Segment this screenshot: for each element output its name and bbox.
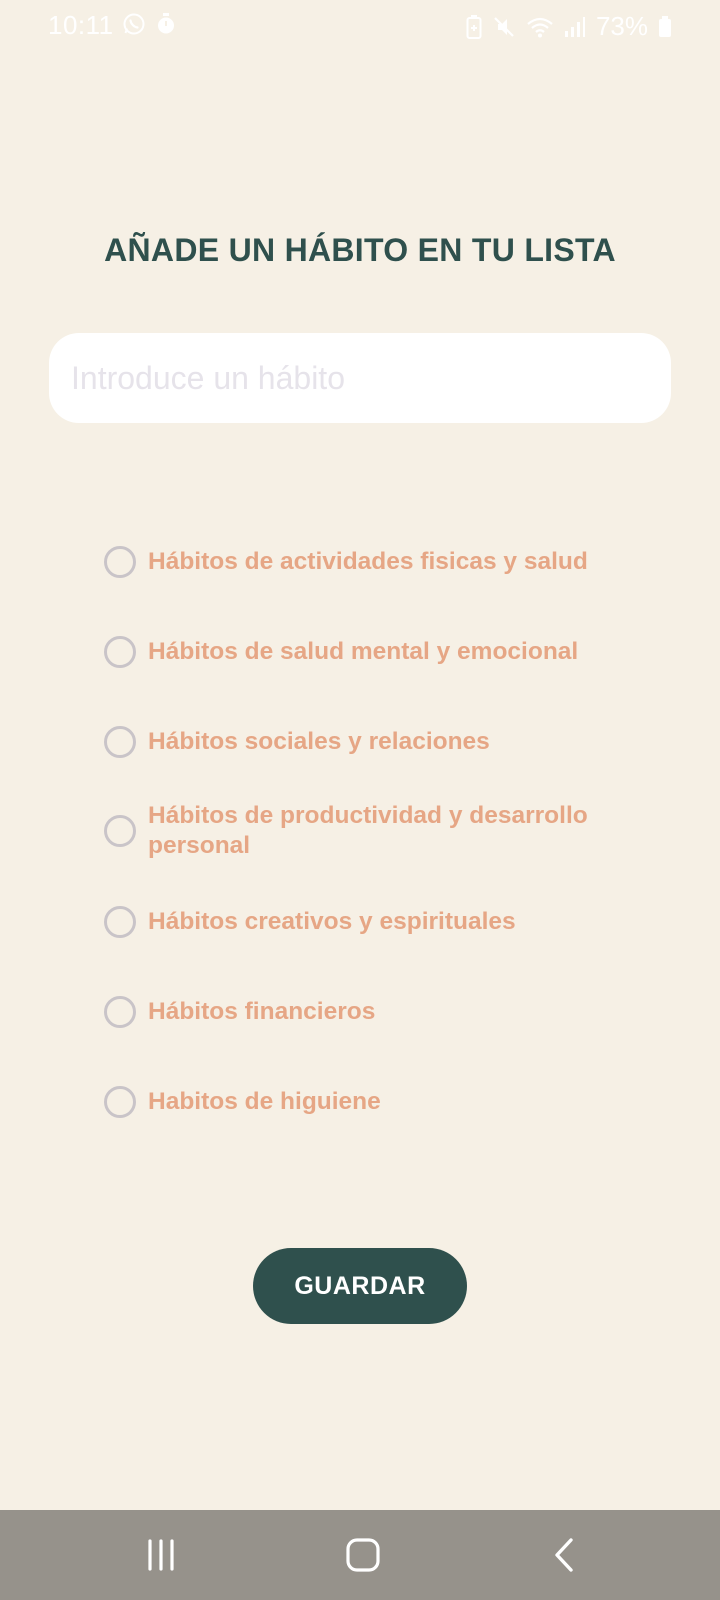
home-icon bbox=[345, 1537, 381, 1573]
category-option[interactable]: Hábitos de productividad y desarrollo pe… bbox=[104, 801, 664, 861]
category-option[interactable]: Hábitos de salud mental y emocional bbox=[104, 636, 664, 668]
mute-icon bbox=[492, 15, 516, 39]
home-button[interactable] bbox=[303, 1510, 423, 1600]
category-label: Hábitos de actividades fisicas y salud bbox=[148, 548, 588, 575]
category-label: Hábitos sociales y relaciones bbox=[148, 728, 490, 755]
category-label: Hábitos creativos y espirituales bbox=[148, 908, 516, 935]
radio-button-icon[interactable] bbox=[104, 726, 136, 758]
navigation-bar bbox=[0, 1510, 720, 1600]
save-button[interactable]: GUARDAR bbox=[253, 1248, 467, 1324]
signal-icon bbox=[564, 16, 586, 38]
radio-button-icon[interactable] bbox=[104, 546, 136, 578]
category-option[interactable]: Hábitos financieros bbox=[104, 996, 664, 1028]
timer-icon bbox=[156, 13, 176, 35]
category-option[interactable]: Habitos de higuiene bbox=[104, 1086, 664, 1118]
recent-apps-button[interactable] bbox=[101, 1510, 221, 1600]
back-button[interactable] bbox=[505, 1510, 625, 1600]
category-option[interactable]: Hábitos sociales y relaciones bbox=[104, 726, 664, 758]
back-icon bbox=[550, 1537, 580, 1573]
category-label: Hábitos de productividad y desarrollo pe… bbox=[148, 802, 588, 859]
radio-button-icon[interactable] bbox=[104, 636, 136, 668]
battery-icon bbox=[658, 15, 672, 38]
radio-button-icon[interactable] bbox=[104, 1086, 136, 1118]
status-time: 10:11 bbox=[48, 10, 114, 40]
category-option[interactable]: Hábitos creativos y espirituales bbox=[104, 906, 664, 938]
battery-saver-icon bbox=[466, 14, 482, 39]
page-title: AÑADE UN HÁBITO EN TU LISTA bbox=[104, 232, 616, 268]
battery-percentage: 73% bbox=[595, 11, 648, 41]
recent-apps-icon bbox=[144, 1538, 178, 1572]
habit-input[interactable] bbox=[49, 333, 671, 423]
category-option[interactable]: Hábitos de actividades fisicas y salud bbox=[104, 546, 664, 578]
status-bar: 10:11 73% bbox=[0, 0, 720, 52]
status-right-icons: 73% bbox=[466, 11, 672, 42]
wifi-icon bbox=[526, 16, 554, 38]
category-label: Hábitos financieros bbox=[148, 998, 376, 1025]
status-left-icons bbox=[122, 12, 176, 36]
whatsapp-icon bbox=[122, 12, 146, 36]
radio-button-icon[interactable] bbox=[104, 906, 136, 938]
category-label: Hábitos de salud mental y emocional bbox=[148, 638, 579, 665]
radio-button-icon[interactable] bbox=[104, 815, 136, 847]
category-label: Habitos de higuiene bbox=[148, 1088, 381, 1115]
radio-button-icon[interactable] bbox=[104, 996, 136, 1028]
